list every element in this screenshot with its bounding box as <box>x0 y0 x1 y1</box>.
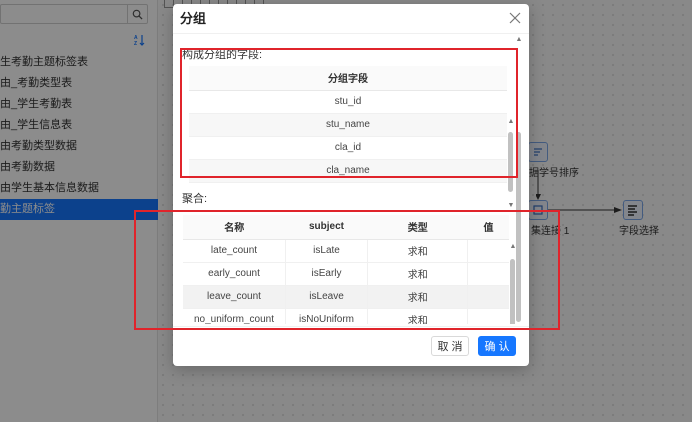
agg-value-cell[interactable] <box>467 262 509 286</box>
dialog-body: 构成分组的字段: 分组字段 stu_id stu_name cla_id cla… <box>173 34 529 324</box>
agg-type-cell[interactable]: 求和 <box>367 262 469 286</box>
group-field-cell[interactable]: cla_id <box>189 136 507 160</box>
agg-value-cell[interactable] <box>467 285 509 309</box>
agg-subject-cell[interactable]: isLeave <box>285 285 369 309</box>
agg-value-cell[interactable] <box>467 308 509 324</box>
group-section-label: 构成分组的字段: <box>182 49 263 61</box>
confirm-button[interactable]: 确 认 <box>478 336 516 356</box>
dialog-title: 分组 <box>173 4 529 34</box>
group-field-cell[interactable]: stu_name <box>189 113 507 137</box>
cancel-button[interactable]: 取 消 <box>431 336 469 356</box>
scroll-thumb[interactable] <box>508 132 513 192</box>
scroll-up-icon[interactable]: ▲ <box>515 36 523 44</box>
table-row[interactable]: no_uniform_count isNoUniform 求和 <box>183 308 509 324</box>
agg-name-cell[interactable]: early_count <box>183 262 287 286</box>
agg-header-value: 值 <box>467 215 509 240</box>
agg-type-cell[interactable]: 求和 <box>367 285 469 309</box>
group-table-scrollbar[interactable]: ▲ ▼ <box>507 118 515 210</box>
scroll-down-icon[interactable]: ▼ <box>507 202 515 210</box>
agg-name-cell[interactable]: late_count <box>183 239 287 263</box>
close-icon[interactable] <box>509 12 521 24</box>
agg-header-name: 名称 <box>183 215 286 240</box>
agg-type-cell[interactable]: 求和 <box>367 239 469 263</box>
agg-subject-cell[interactable]: isLate <box>285 239 369 263</box>
agg-subject-cell[interactable]: isEarly <box>285 262 369 286</box>
dialog-footer: 取 消 确 认 <box>173 326 529 366</box>
group-field-header: 分组字段 <box>189 66 507 91</box>
agg-header-type: 类型 <box>367 215 468 240</box>
group-field-cell[interactable]: stu_id <box>189 90 507 114</box>
agg-name-cell[interactable]: no_uniform_count <box>183 308 287 324</box>
table-row[interactable]: late_count isLate 求和 <box>183 239 509 263</box>
agg-value-cell[interactable] <box>467 239 509 263</box>
table-row[interactable]: early_count isEarly 求和 <box>183 262 509 286</box>
agg-section-label: 聚合: <box>182 193 208 205</box>
group-field-table: 分组字段 stu_id stu_name cla_id cla_name ▲ ▼ <box>189 66 515 212</box>
table-row[interactable]: leave_count isLeave 求和 <box>183 285 509 309</box>
scroll-up-icon[interactable]: ▲ <box>507 118 515 126</box>
group-field-cell[interactable]: cla_name <box>189 159 507 183</box>
agg-subject-cell[interactable]: isNoUniform <box>285 308 369 324</box>
dialog-body-scrollbar[interactable]: ▲ <box>515 36 523 322</box>
agg-name-cell[interactable]: leave_count <box>183 285 287 309</box>
scroll-thumb[interactable] <box>516 132 521 322</box>
aggregation-table: 名称 subject 类型 值 late_count isLate 求和 ear… <box>183 215 517 324</box>
agg-header-subject: subject <box>285 215 368 240</box>
agg-type-cell[interactable]: 求和 <box>367 308 469 324</box>
group-dialog: 分组 构成分组的字段: 分组字段 stu_id stu_name cla_id … <box>173 4 529 366</box>
